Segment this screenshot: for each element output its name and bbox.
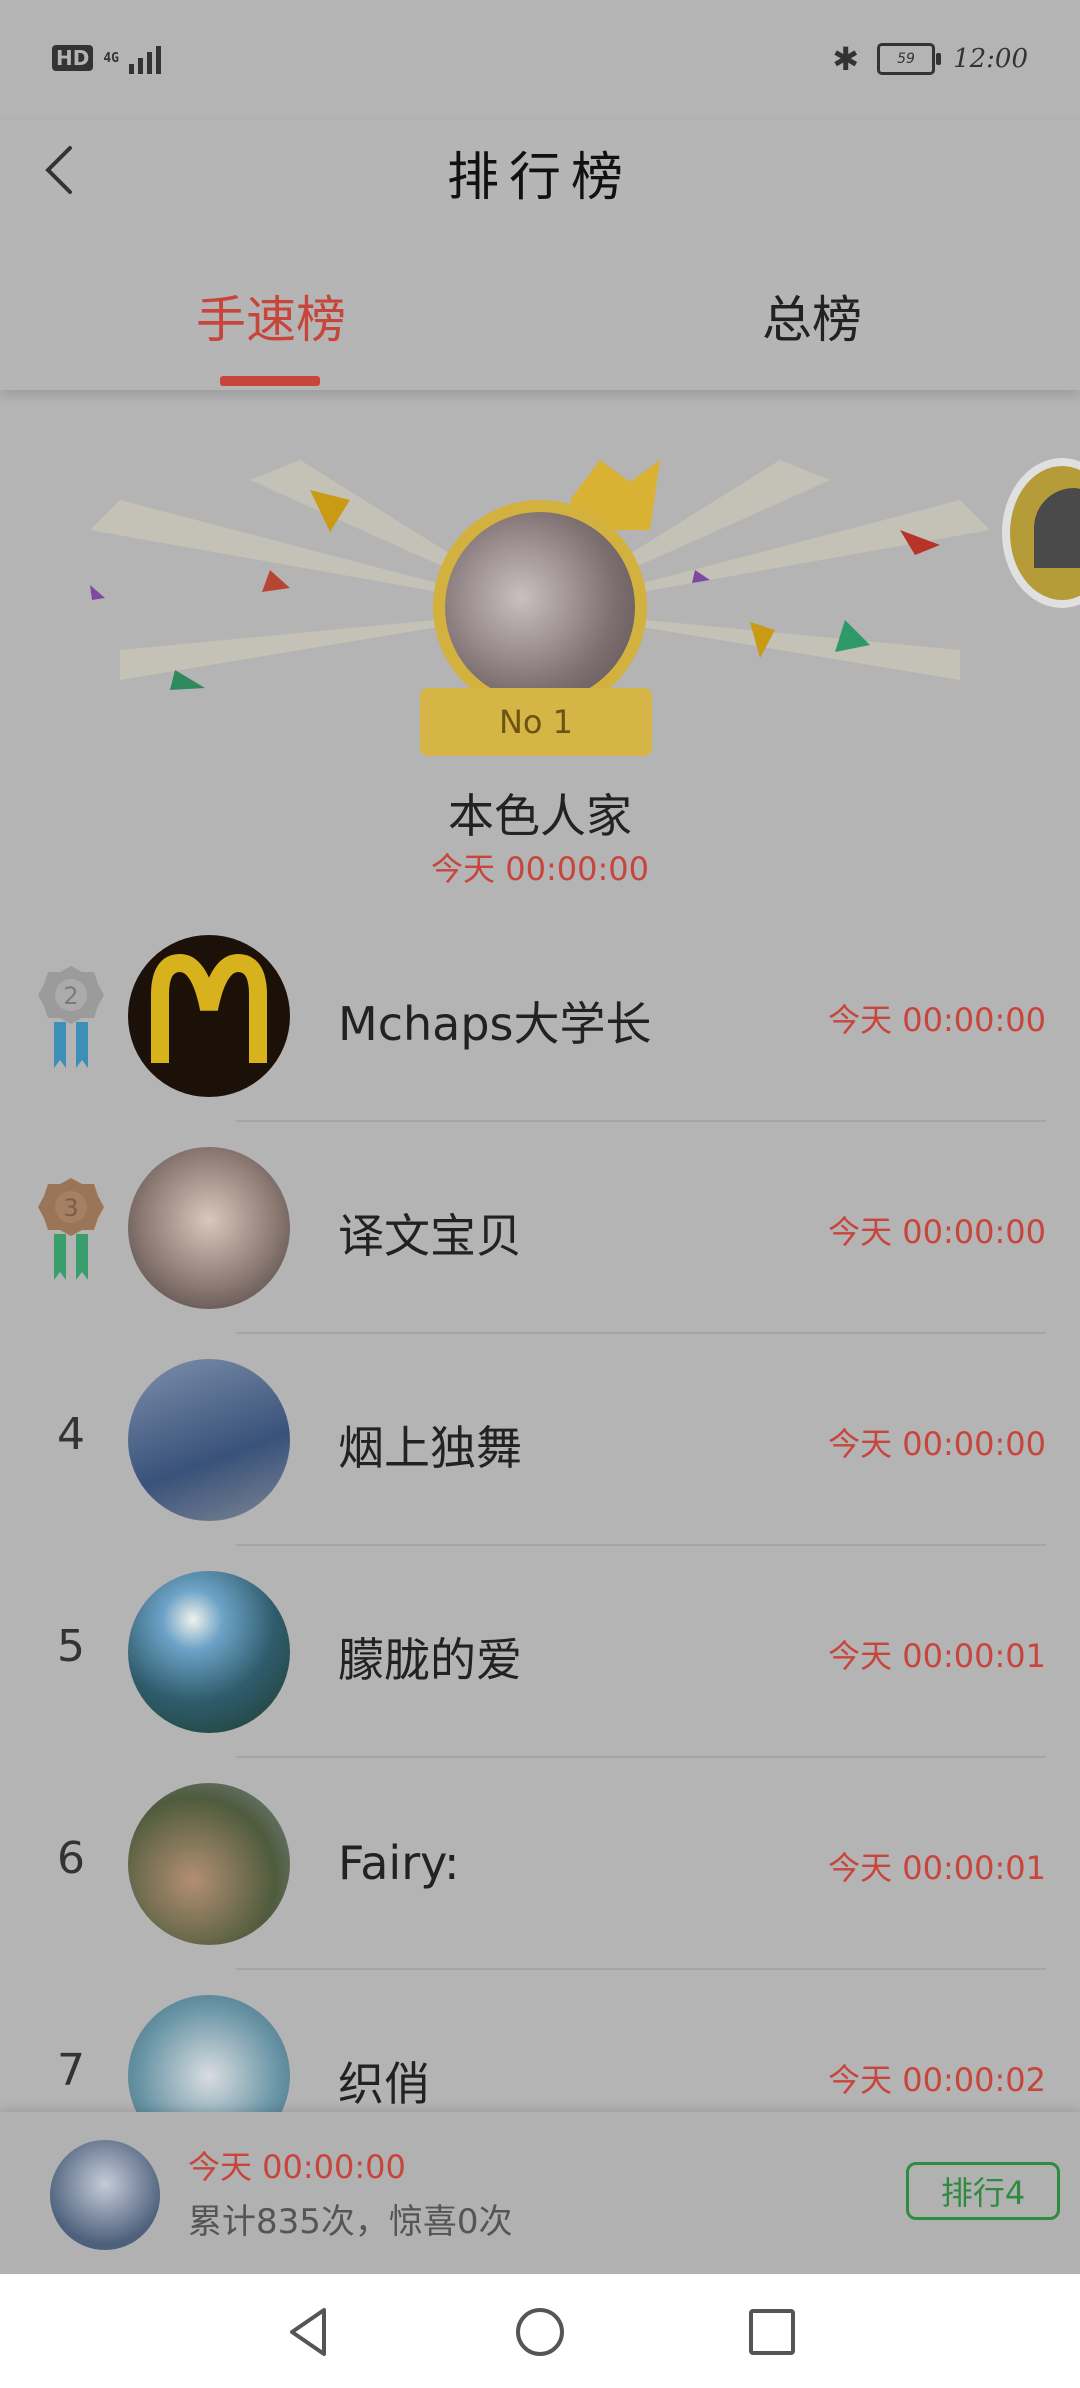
rank-number: 6 [57, 1833, 85, 1884]
user-name: 织俏 [338, 2057, 430, 2111]
silver-medal-icon: 2 [38, 966, 104, 1068]
cat-icon [1034, 488, 1080, 568]
nav-recents-icon[interactable] [744, 2304, 800, 2360]
rank-number: 5 [57, 1621, 85, 1672]
active-tab-indicator [220, 376, 320, 386]
champion-time: 今天 00:00:00 [431, 850, 649, 888]
mcdonalds-logo-icon [151, 953, 267, 1063]
record-time: 今天 00:00:00 [828, 1213, 1046, 1251]
user-name: 烟上独舞 [338, 1421, 522, 1475]
page-title: 排行榜 [446, 148, 633, 208]
my-record-bar: 今天 00:00:00 累计835次，惊喜0次 排行4 [0, 2112, 1080, 2274]
champion-avatar[interactable] [433, 500, 647, 714]
network-type: 4G [103, 50, 119, 66]
user-name: Fairy: [338, 1836, 460, 1890]
avatar[interactable] [128, 1571, 290, 1733]
bronze-medal-icon: 3 [38, 1178, 104, 1280]
user-name: Mchaps大学长 [338, 997, 652, 1051]
record-time: 今天 00:00:01 [828, 1849, 1046, 1887]
avatar[interactable] [128, 1359, 290, 1521]
my-avatar[interactable] [50, 2140, 160, 2250]
no1-badge: No 1 [420, 688, 652, 756]
status-right: ✱ 59 12:00 [832, 40, 1028, 78]
nav-back-icon[interactable] [280, 2304, 336, 2360]
bluetooth-icon: ✱ [832, 40, 860, 78]
user-name: 朦胧的爱 [338, 1633, 522, 1687]
system-nav-bar [0, 2274, 1080, 2388]
svg-text:3: 3 [63, 1194, 78, 1222]
avatar[interactable] [128, 935, 290, 1097]
tab-overall-ranking[interactable]: 总榜 [762, 280, 862, 352]
tab-speed-ranking[interactable]: 手速榜 [196, 280, 346, 352]
clock: 12:00 [953, 44, 1028, 74]
status-left: HD 4G [52, 42, 161, 74]
champion-section: No 1 本色人家 今天 00:00:00 [0, 420, 1080, 900]
record-time: 今天 00:00:01 [828, 1637, 1046, 1675]
record-time: 今天 00:00:00 [828, 1001, 1046, 1039]
my-rank-button[interactable]: 排行4 [906, 2162, 1060, 2220]
rank-number: 7 [57, 2045, 85, 2096]
record-time: 今天 00:00:02 [828, 2061, 1046, 2099]
list-item[interactable]: 5 朦胧的爱 今天 00:00:01 [0, 1546, 1080, 1758]
list-item[interactable]: 6 Fairy: 今天 00:00:01 [0, 1758, 1080, 1970]
battery-icon: 59 [877, 43, 942, 75]
rank-number: 4 [57, 1409, 85, 1460]
hd-icon: HD [52, 45, 94, 71]
avatar[interactable] [128, 1783, 290, 1945]
svg-text:2: 2 [63, 982, 78, 1010]
record-time: 今天 00:00:00 [828, 1425, 1046, 1463]
user-name: 译文宝贝 [338, 1209, 522, 1263]
status-bar: HD 4G ✱ 59 12:00 [0, 0, 1080, 120]
my-stats: 累计835次，惊喜0次 [188, 2202, 513, 2242]
signal-icon [129, 42, 161, 74]
champion-name: 本色人家 [448, 789, 632, 843]
list-item[interactable]: 4 烟上独舞 今天 00:00:00 [0, 1334, 1080, 1546]
list-item[interactable]: 3 译文宝贝 今天 00:00:00 [0, 1122, 1080, 1334]
list-item[interactable]: 2 Mchaps大学长 今天 00:00:00 [0, 910, 1080, 1122]
my-record-time: 今天 00:00:00 [188, 2148, 406, 2186]
nav-home-icon[interactable] [512, 2304, 568, 2360]
avatar[interactable] [128, 1147, 290, 1309]
